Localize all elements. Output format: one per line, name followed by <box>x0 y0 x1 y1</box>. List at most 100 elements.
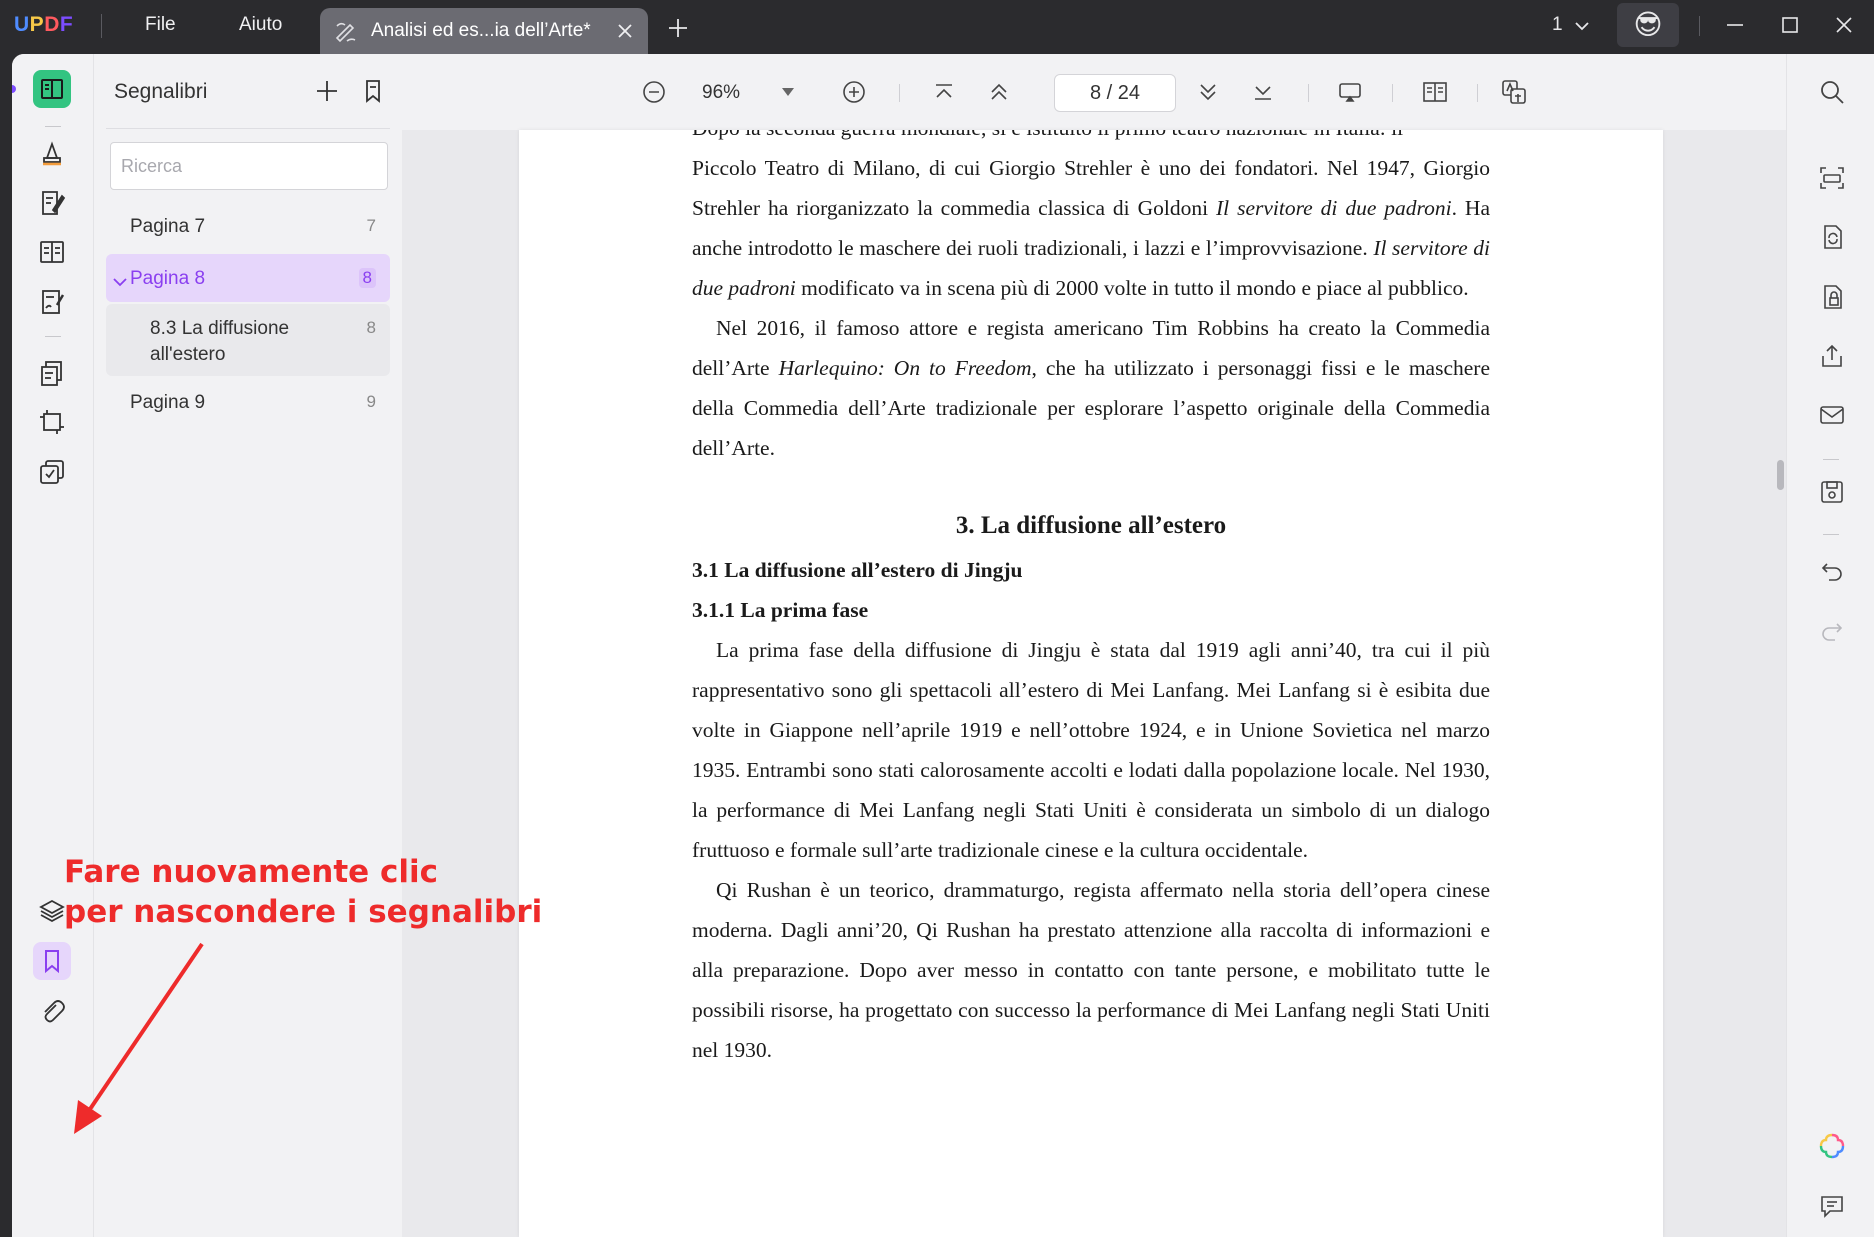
convert-icon[interactable] <box>1818 223 1846 251</box>
close-tab-icon[interactable] <box>616 22 634 40</box>
crop-button[interactable] <box>33 403 71 441</box>
bookmark-page-number: 8 <box>358 268 376 288</box>
translate-icon[interactable] <box>1500 78 1528 106</box>
previous-page-icon[interactable] <box>985 78 1013 106</box>
page-number-input[interactable]: 8 / 24 <box>1054 74 1176 112</box>
zoom-out-icon[interactable] <box>640 78 668 106</box>
ocr-icon[interactable] <box>1818 164 1846 192</box>
logo-letter-d: D <box>44 13 60 36</box>
pdf-page: Dopo la seconda guerra mondiale, si è is… <box>519 130 1663 1237</box>
reader-mode-button[interactable] <box>33 70 71 108</box>
bookmark-search-input[interactable] <box>110 142 388 190</box>
organize-pages-icon <box>41 361 62 386</box>
zoom-dropdown-icon[interactable] <box>782 88 794 96</box>
bookmark-page-number: 7 <box>366 216 376 235</box>
title-bar: UPDF File Aiuto Analisi ed es...ia dell’… <box>0 0 1874 54</box>
bookmark-item-pagina-7[interactable]: Pagina 7 7 <box>106 202 390 252</box>
italic-title: Il servitore di due padroni <box>1216 196 1452 220</box>
bookmark-item-pagina-8[interactable]: Pagina 8 8 <box>106 254 390 302</box>
zoom-level[interactable]: 96% <box>702 82 740 104</box>
menu-aiuto[interactable]: Aiuto <box>239 14 282 36</box>
maximize-icon[interactable] <box>1779 14 1801 36</box>
paragraph-robbins: Nel 2016, il famoso attore e regista ame… <box>692 308 1490 468</box>
rail-separator <box>1823 459 1839 460</box>
section-heading: 3. La diffusione all’estero <box>955 512 1227 539</box>
rail-separator <box>45 336 61 337</box>
updf-logo: UPDF <box>14 13 73 37</box>
bookmark-page-number: 9 <box>366 392 376 411</box>
layers-icon <box>39 899 65 923</box>
tools-button[interactable] <box>33 453 71 491</box>
chevron-down-icon[interactable] <box>112 274 128 290</box>
italic-title: Harlequino: On to Freedom <box>778 356 1032 380</box>
first-page-icon[interactable] <box>930 78 958 106</box>
redo-icon[interactable] <box>1818 617 1846 645</box>
window-count[interactable]: 1 <box>1552 14 1563 36</box>
bookmark-label: Pagina 7 <box>130 216 206 237</box>
subsubsection-heading: 3.1.1 La prima fase <box>692 598 869 622</box>
zoom-in-icon[interactable] <box>840 78 868 106</box>
form-sign-icon <box>42 290 65 314</box>
menu-file[interactable]: File <box>145 14 176 36</box>
comment-tool-button[interactable] <box>33 134 71 172</box>
page-layout-button[interactable] <box>33 233 71 271</box>
rail-separator <box>1823 534 1839 535</box>
bookmark-item-8-3[interactable]: 8.3 La diffusione all'estero 8 <box>106 304 390 376</box>
window-controls-separator <box>1699 16 1700 36</box>
page-display-icon[interactable] <box>1421 78 1449 106</box>
tutorial-annotation: Fare nuovamente clic per nascondere i se… <box>64 852 542 932</box>
chevron-down-icon[interactable] <box>1573 17 1591 35</box>
close-window-icon[interactable] <box>1833 14 1855 36</box>
ai-assistant-icon[interactable] <box>1818 1132 1846 1160</box>
document-tab[interactable]: Analisi ed es...ia dell’Arte* <box>320 8 648 54</box>
crop-icon <box>40 410 64 434</box>
organize-pages-button[interactable] <box>33 354 71 392</box>
document-viewer: 96% 8 / 24 Dopo la seconda guerra mondia… <box>402 54 1786 1237</box>
next-page-icon[interactable] <box>1194 78 1222 106</box>
right-tool-rail <box>1786 54 1874 1237</box>
fill-sign-button[interactable] <box>33 283 71 321</box>
tools-icon <box>40 460 64 484</box>
rail-separator <box>45 126 61 127</box>
text-run: modificato va in scena più di 2000 volte… <box>795 276 1469 300</box>
partial-line-top: Dopo la seconda guerra mondiale, si è is… <box>692 130 1490 148</box>
bookmark-label: Pagina 9 <box>130 392 206 413</box>
bookmark-label: Pagina 8 <box>130 268 206 289</box>
paragraph-prima-fase: La prima fase della diffusione di Jingju… <box>692 638 1490 862</box>
comments-icon[interactable] <box>1818 1192 1846 1220</box>
document-edit-icon <box>335 22 356 43</box>
undo-icon[interactable] <box>1818 557 1846 585</box>
search-icon[interactable] <box>1818 78 1846 106</box>
protect-icon[interactable] <box>1818 283 1846 311</box>
bookmark-item-pagina-9[interactable]: Pagina 9 9 <box>106 378 390 428</box>
reader-icon <box>41 79 63 99</box>
toolbar-separator <box>1308 84 1309 102</box>
bookmark-label: 8.3 La diffusione all'estero <box>150 318 290 365</box>
panel-divider <box>106 128 390 129</box>
user-avatar[interactable]: 😎 <box>1617 3 1679 47</box>
main-window: Segnalibri Pagina 7 7 Pagina 8 8 8.3 La … <box>12 54 1874 1237</box>
bookmark-settings-icon[interactable] <box>360 78 386 104</box>
last-page-icon[interactable] <box>1249 78 1277 106</box>
active-indicator-dot <box>12 85 16 93</box>
email-icon[interactable] <box>1818 401 1846 429</box>
add-bookmark-icon[interactable] <box>314 78 340 104</box>
annotation-line-2: per nascondere i segnalibri <box>64 894 543 930</box>
annotation-arrow-icon <box>74 942 204 1134</box>
save-icon[interactable] <box>1818 478 1846 506</box>
page-content: Dopo la seconda guerra mondiale, si è is… <box>692 130 1490 1070</box>
subsection-heading: 3.1 La diffusione all’estero di Jingju <box>692 558 1023 582</box>
highlighter-icon <box>43 141 61 166</box>
minimize-icon[interactable] <box>1724 14 1746 36</box>
bookmark-page-number: 8 <box>366 318 376 337</box>
new-tab-icon[interactable] <box>666 16 690 40</box>
edit-pdf-button[interactable] <box>33 184 71 222</box>
annotation-line-1: Fare nuovamente clic <box>64 854 438 890</box>
panel-title: Segnalibri <box>114 80 208 103</box>
vertical-scrollbar-thumb[interactable] <box>1777 460 1784 490</box>
paragraph-qi-rushan: Qi Rushan è un teorico, drammaturgo, reg… <box>692 878 1490 1062</box>
title-separator <box>101 14 102 38</box>
share-icon[interactable] <box>1818 342 1846 370</box>
presentation-icon[interactable] <box>1336 78 1364 106</box>
logo-letter-u: U <box>14 13 30 36</box>
